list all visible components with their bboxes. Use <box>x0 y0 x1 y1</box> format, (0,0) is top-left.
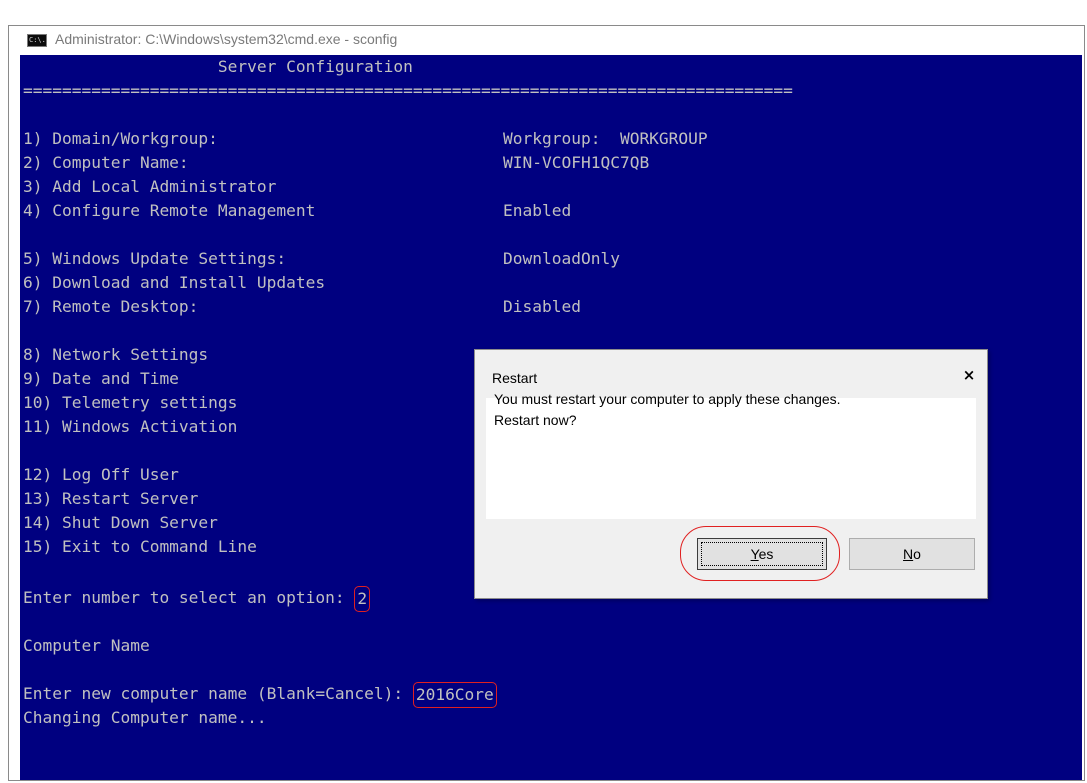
menu-item-shutdown: 14) Shut Down Server <box>23 513 218 532</box>
menu-value-remote-management: Enabled <box>503 201 572 220</box>
menu-value-domain: Workgroup: WORKGROUP <box>503 129 708 148</box>
name-prompt-line: Enter new computer name (Blank=Cancel): … <box>23 682 497 708</box>
dialog-title: Restart <box>492 370 538 386</box>
console-divider: ========================================… <box>23 81 793 100</box>
menu-item-activation: 11) Windows Activation <box>23 417 238 436</box>
option-input[interactable]: 2 <box>354 586 371 612</box>
close-icon[interactable]: × <box>959 365 979 385</box>
menu-item-remote-management: 4) Configure Remote Management <box>23 201 316 220</box>
menu-item-date-time: 9) Date and Time <box>23 369 179 388</box>
name-input[interactable]: 2016Core <box>412 682 497 708</box>
yes-button[interactable]: Yes <box>697 538 827 570</box>
dialog-question: Restart now? <box>494 412 577 428</box>
menu-item-domain: 1) Domain/Workgroup: <box>23 129 218 148</box>
cmd-icon: C:\. <box>27 34 47 47</box>
menu-item-computer-name: 2) Computer Name: <box>23 153 189 172</box>
option-prompt: Enter number to select an option: <box>23 588 355 607</box>
no-accelerator: N <box>903 546 914 562</box>
menu-value-windows-update: DownloadOnly <box>503 249 620 268</box>
focus-rect <box>701 542 823 566</box>
restart-dialog: Restart × You must restart your computer… <box>474 349 988 599</box>
menu-item-add-admin: 3) Add Local Administrator <box>23 177 277 196</box>
menu-item-windows-update: 5) Windows Update Settings: <box>23 249 287 268</box>
menu-item-exit: 15) Exit to Command Line <box>23 537 257 556</box>
menu-value-computer-name: WIN-VCOFH1QC7QB <box>503 153 650 172</box>
title-bar[interactable]: C:\. Administrator: C:\Windows\system32\… <box>9 26 1084 54</box>
no-button[interactable]: No <box>849 538 975 570</box>
menu-value-remote-desktop: Disabled <box>503 297 581 316</box>
status-line: Changing Computer name... <box>23 708 267 727</box>
console-header: Server Configuration <box>23 57 413 76</box>
menu-item-remote-desktop: 7) Remote Desktop: <box>23 297 199 316</box>
menu-item-network: 8) Network Settings <box>23 345 209 364</box>
menu-item-log-off: 12) Log Off User <box>23 465 179 484</box>
menu-item-install-updates: 6) Download and Install Updates <box>23 273 326 292</box>
menu-item-telemetry: 10) Telemetry settings <box>23 393 238 412</box>
no-label: o <box>913 546 921 562</box>
window-title: Administrator: C:\Windows\system32\cmd.e… <box>55 31 398 47</box>
option-prompt-line: Enter number to select an option: 2 <box>23 586 371 612</box>
name-prompt: Enter new computer name (Blank=Cancel): <box>23 684 413 703</box>
section-title: Computer Name <box>23 636 150 655</box>
menu-item-restart: 13) Restart Server <box>23 489 199 508</box>
dialog-message: You must restart your computer to apply … <box>494 391 841 407</box>
